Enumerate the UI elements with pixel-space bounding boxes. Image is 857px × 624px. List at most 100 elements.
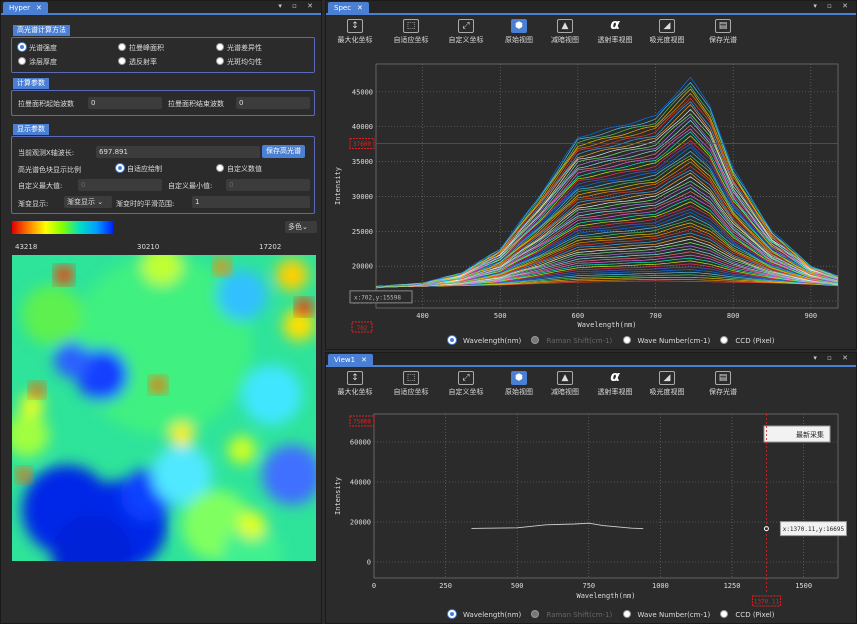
- display-params-group: 当前观测X轴波长: 697.891 保存高光谱 高光谱色块显示比例 自适应绘制 …: [11, 136, 315, 214]
- maximize-axes-button[interactable]: ↕ 最大化坐标: [332, 371, 378, 397]
- axis-option-label: Raman Shift(cm-1): [546, 337, 613, 345]
- radio-label: 透反射率: [129, 58, 157, 66]
- dark-subtract-view-button[interactable]: ▲ 减暗视图: [542, 371, 588, 397]
- save-spectrum-button[interactable]: ▤ 保存光谱: [700, 19, 746, 45]
- raw-view-button[interactable]: ⬢ 原始视图: [496, 371, 542, 397]
- axis-option-label: Wavelength(nm): [463, 337, 522, 345]
- raw-view-button[interactable]: ⬢ 原始视图: [496, 19, 542, 45]
- view-toolbar: ↕ 最大化坐标 ⬚ 自适应坐标 ⤢ 自定义坐标 ⬢ 原始视图 ▲ 减暗视图 α 透射率视图 …: [326, 369, 856, 401]
- y-tick-label: 40000: [352, 123, 373, 131]
- absorbance-view-button[interactable]: ◢ 吸光度视图: [644, 371, 690, 397]
- radio-option-3[interactable]: 涂层厚度: [18, 57, 57, 67]
- window-controls[interactable]: ▾ ▫ ✕: [813, 2, 852, 10]
- radio-option-2[interactable]: 光谱差异性: [216, 43, 262, 53]
- calc-params-title: 计算参数: [13, 78, 49, 89]
- radio-dot-wrap: [531, 610, 542, 619]
- axis-option-ccd[interactable]: CCD (Pixel): [720, 610, 778, 619]
- start-wavenumber-label: 拉曼面积起始波数: [18, 100, 74, 108]
- peak-icon: ▲: [557, 19, 573, 33]
- alpha-icon: α: [610, 369, 620, 385]
- radio-dot: [720, 336, 729, 344]
- x-axis-label: Wavelength(nm): [576, 592, 635, 600]
- x-tick-label: 400: [416, 312, 429, 320]
- radio-option-5[interactable]: 光斑均匀性: [216, 57, 262, 67]
- y-tick-label: 40000: [350, 479, 371, 487]
- custom-max-input[interactable]: 0: [78, 179, 162, 191]
- axis-option-wavelength[interactable]: Wavelength(nm): [448, 336, 525, 345]
- cursor-y-label: 37600: [353, 141, 371, 148]
- axis-option-label: Wave Number(cm-1): [637, 337, 711, 345]
- close-icon[interactable]: ✕: [357, 4, 363, 12]
- spec-chart[interactable]: 1500020000250003000035000400004500040050…: [326, 56, 856, 333]
- absorbance-icon: ◢: [659, 371, 675, 385]
- transmittance-view-button[interactable]: α 透射率视图: [592, 18, 638, 45]
- adaptive-axes-button[interactable]: ⬚ 自适应坐标: [388, 371, 434, 397]
- radio-dot-wrap: [622, 336, 634, 345]
- axis-option-raman[interactable]: Raman Shift(cm-1): [531, 336, 616, 345]
- x-tick-label: 1000: [652, 582, 669, 590]
- smooth-range-input[interactable]: 1: [192, 196, 310, 208]
- radio-label: 光谱差异性: [227, 44, 262, 52]
- document-icon: ▤: [715, 371, 731, 385]
- axis-option-wavelength[interactable]: Wavelength(nm): [448, 610, 525, 619]
- radio-option-1[interactable]: 拉曼峰面积: [118, 43, 164, 53]
- gradient-select[interactable]: 渐变显示 ⌄: [64, 196, 112, 208]
- toolbar-label: 减暗视图: [551, 36, 579, 44]
- y-tick-label: 20000: [350, 519, 371, 527]
- axis-option-wavenumber[interactable]: Wave Number(cm-1): [622, 610, 715, 619]
- custom-radio[interactable]: 自定义数值: [216, 164, 262, 174]
- gradient-label: 渐变显示:: [18, 200, 49, 208]
- x-tick-label: 700: [649, 312, 662, 320]
- axis-option-wavenumber[interactable]: Wave Number(cm-1): [622, 336, 715, 345]
- spec-panel: Spec ✕ ▾ ▫ ✕ ↕ 最大化坐标 ⬚ 自适应坐标 ⤢ 自定义坐标 ⬢ 原始视图 ▲…: [325, 0, 857, 350]
- view-axis-options: Wavelength(nm) Raman Shift(cm-1) Wave Nu…: [448, 610, 782, 619]
- radio-dot: [118, 43, 126, 51]
- radio-dot: [448, 610, 456, 618]
- colormap-select[interactable]: 多色⌄: [285, 221, 317, 233]
- close-icon[interactable]: ✕: [361, 356, 367, 364]
- window-controls[interactable]: ▾ ▫ ✕: [278, 2, 317, 10]
- x-tick-label: 800: [727, 312, 740, 320]
- y-tick-label: 35000: [352, 158, 373, 166]
- peak-icon: ▲: [557, 371, 573, 385]
- dark-subtract-view-button[interactable]: ▲ 减暗视图: [542, 19, 588, 45]
- tab-hyper[interactable]: Hyper ✕: [3, 2, 48, 14]
- tab-view1[interactable]: View1 ✕: [328, 354, 373, 366]
- radio-dot-wrap: [448, 336, 459, 345]
- save-spectrum-button[interactable]: ▤ 保存光谱: [700, 371, 746, 397]
- y-tick-label: 0: [367, 559, 371, 567]
- tab-view1-label: View1: [334, 356, 356, 364]
- adaptive-radio[interactable]: 自适应绘制: [116, 164, 162, 174]
- radio-option-0[interactable]: 光谱强度: [18, 43, 57, 53]
- start-wavenumber-input[interactable]: 0: [88, 97, 162, 109]
- radio-label: 光斑均匀性: [227, 58, 262, 66]
- mountain-icon: ⬢: [511, 19, 527, 33]
- save-hyperspectral-button[interactable]: 保存高光谱: [262, 145, 305, 158]
- absorbance-view-button[interactable]: ◢ 吸光度视图: [644, 19, 690, 45]
- document-icon: ▤: [715, 19, 731, 33]
- transmittance-view-button[interactable]: α 透射率视图: [592, 369, 638, 397]
- custom-axes-button[interactable]: ⤢ 自定义坐标: [443, 371, 489, 397]
- heatmap[interactable]: [12, 255, 316, 561]
- axis-option-ccd[interactable]: CCD (Pixel): [720, 336, 778, 345]
- tab-spec-label: Spec: [334, 4, 352, 12]
- scale-tick-min: 17202: [259, 243, 282, 251]
- axis-option-label: CCD (Pixel): [735, 611, 775, 619]
- wavelength-input[interactable]: 697.891: [96, 146, 260, 158]
- maximize-axes-button[interactable]: ↕ 最大化坐标: [332, 19, 378, 45]
- end-wavenumber-input[interactable]: 0: [236, 97, 310, 109]
- axis-option-raman[interactable]: Raman Shift(cm-1): [531, 610, 616, 619]
- adaptive-axes-button[interactable]: ⬚ 自适应坐标: [388, 19, 434, 45]
- toolbar-label: 最大化坐标: [337, 36, 373, 44]
- axis-option-label: CCD (Pixel): [735, 337, 775, 345]
- custom-axes-button[interactable]: ⤢ 自定义坐标: [443, 19, 489, 45]
- view-panel: View1 ✕ ▾ ▫ ✕ ↕ 最大化坐标 ⬚ 自适应坐标 ⤢ 自定义坐标 ⬢ 原始视图 …: [325, 352, 857, 624]
- x-tick-label: 750: [582, 582, 595, 590]
- window-controls[interactable]: ▾ ▫ ✕: [813, 354, 852, 362]
- radio-option-4[interactable]: 透反射率: [118, 57, 157, 67]
- close-icon[interactable]: ✕: [36, 4, 42, 12]
- custom-min-input[interactable]: 0: [226, 179, 310, 191]
- tab-spec[interactable]: Spec ✕: [328, 2, 369, 14]
- view-chart[interactable]: 0 20000 40000 60000 0 250 500 750 1000 1250 1500 Wa…: [326, 408, 856, 608]
- fit-icon: ⬚: [403, 19, 419, 33]
